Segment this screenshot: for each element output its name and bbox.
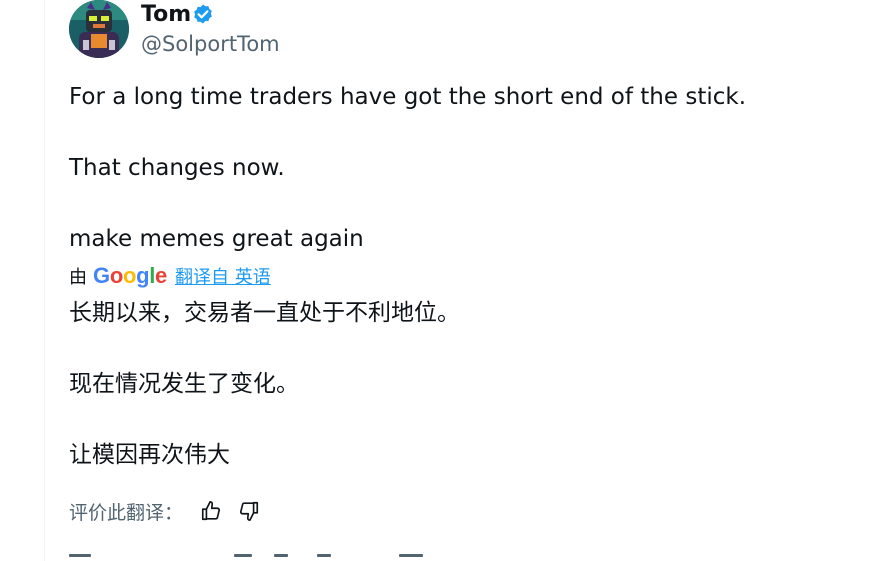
avatar-image bbox=[69, 0, 129, 58]
thumbs-up-button[interactable] bbox=[197, 497, 225, 525]
next-content-cutoff bbox=[69, 550, 469, 561]
thread-divider bbox=[44, 0, 45, 561]
tweet-text-line: make memes great again bbox=[69, 226, 364, 252]
thumbs-down-icon bbox=[239, 501, 259, 521]
google-logo: Google bbox=[93, 263, 167, 288]
translation-text-line: 现在情况发生了变化。 bbox=[69, 371, 299, 397]
avatar[interactable] bbox=[69, 0, 129, 58]
translated-by-label: 由 bbox=[69, 267, 87, 288]
tweet-page: Tom @SolportTom For a long time traders … bbox=[0, 0, 876, 561]
translation-text-line: 让模因再次伟大 bbox=[69, 442, 230, 468]
thumbs-down-button[interactable] bbox=[235, 497, 263, 525]
verified-badge-icon bbox=[194, 4, 212, 24]
thumbs-up-icon bbox=[201, 501, 221, 521]
translation-text-line: 长期以来，交易者一直处于不利地位。 bbox=[69, 300, 460, 326]
rate-translation-label: 评价此翻译： bbox=[69, 501, 184, 524]
translated-from-link[interactable]: 翻译自 英语 bbox=[175, 263, 271, 289]
tweet-text-line: That changes now. bbox=[69, 155, 285, 181]
tweet-text-line: For a long time traders have got the sho… bbox=[69, 84, 747, 110]
translation-attribution: 由 Google 翻译自 英语 bbox=[69, 263, 271, 289]
author-name[interactable]: Tom bbox=[141, 1, 191, 29]
author-handle[interactable]: @SolportTom bbox=[141, 30, 280, 58]
rate-translation-row: 评价此翻译： bbox=[69, 497, 273, 525]
